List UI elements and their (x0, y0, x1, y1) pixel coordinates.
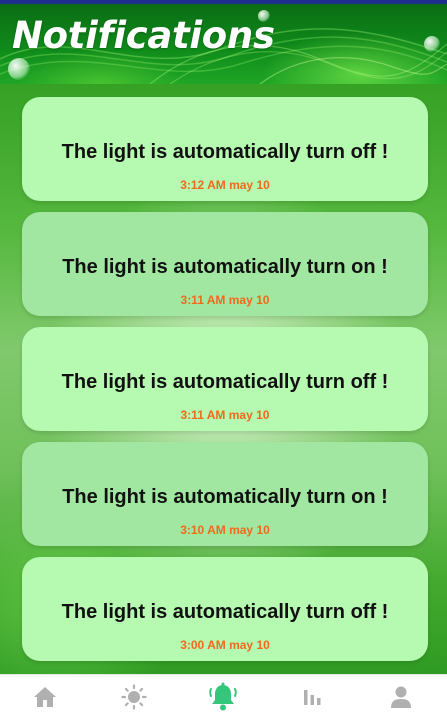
notification-card[interactable]: The light is automatically turn off ! 3:… (22, 327, 428, 431)
nav-profile[interactable] (356, 675, 445, 717)
notification-list[interactable]: The light is automatically turn off ! 3:… (0, 84, 447, 674)
user-icon (390, 686, 411, 708)
notification-message: The light is automatically turn on ! (62, 256, 388, 278)
bubble-decoration (424, 36, 440, 52)
nav-light[interactable] (89, 675, 178, 717)
notification-timestamp: 3:10 AM may 10 (180, 523, 270, 537)
bubble-decoration (8, 58, 30, 80)
notification-card[interactable]: The light is automatically turn off ! 3:… (22, 557, 428, 661)
notification-message: The light is automatically turn off ! (61, 371, 389, 393)
notifications-screen: Notifications The light is automatically… (0, 0, 447, 717)
notification-timestamp: 3:11 AM may 10 (180, 293, 270, 307)
notification-message: The light is automatically turn off ! (61, 601, 389, 623)
notification-message: The light is automatically turn on ! (62, 486, 388, 508)
page-title: Notifications (12, 14, 275, 57)
bottom-navigation (0, 674, 447, 717)
notification-card[interactable]: The light is automatically turn on ! 3:1… (22, 212, 428, 316)
notification-card[interactable]: The light is automatically turn off ! 3:… (22, 97, 428, 201)
notification-timestamp: 3:12 AM may 10 (180, 178, 270, 192)
header: Notifications (0, 4, 447, 84)
nav-statistics[interactable] (267, 675, 356, 717)
notification-message: The light is automatically turn off ! (61, 141, 389, 163)
home-icon (33, 686, 56, 707)
notification-timestamp: 3:11 AM may 10 (180, 408, 270, 422)
nav-home[interactable] (0, 675, 89, 717)
sun-icon (120, 683, 147, 710)
notification-card[interactable]: The light is automatically turn on ! 3:1… (22, 442, 428, 546)
bar-chart-icon (303, 689, 320, 705)
bell-icon (208, 682, 237, 710)
nav-notifications[interactable] (178, 675, 267, 717)
notification-timestamp: 3:00 AM may 10 (180, 638, 270, 652)
